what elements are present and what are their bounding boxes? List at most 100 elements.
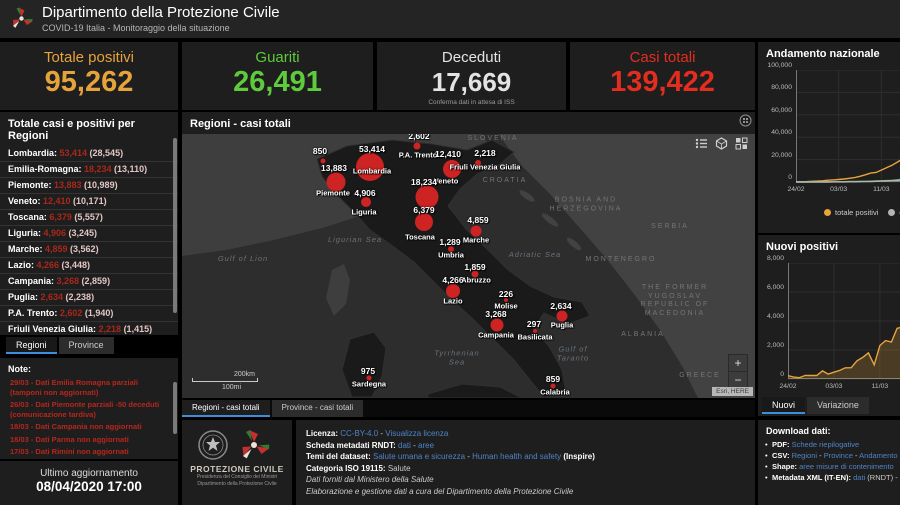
nuovi-positivi-chart[interactable] — [788, 263, 900, 380]
bubble-region-label: Lombardia — [353, 167, 391, 176]
country-label: MONTENEGRO — [586, 256, 657, 265]
region-row[interactable]: Lombardia: 53,414 (28,545) — [0, 146, 178, 162]
region-total: 18,234 — [84, 164, 114, 174]
overview-grid-icon[interactable] — [735, 137, 748, 150]
region-row[interactable]: Campania: 3,268 (2,859) — [0, 274, 178, 290]
license-line-text: Dati forniti dal Ministero della Salute — [306, 475, 434, 484]
y-tick-label: 4,000 — [758, 313, 784, 320]
download-item-link[interactable]: dati — [853, 473, 865, 482]
app-subtitle: COVID-19 Italia - Monitoraggio della sit… — [42, 23, 230, 33]
stat-deceduti: Deceduti 17,669 Conferma dati in attesa … — [377, 42, 566, 110]
x-tick-label: 24/02 — [787, 186, 804, 193]
download-list: PDF: Schede riepilogativeCSV: Regioni - … — [758, 439, 900, 483]
notes-panel: Note: 29/03 - Dati Emilia Romagna parzia… — [0, 358, 178, 459]
map-bubble[interactable] — [414, 143, 421, 150]
region-row[interactable]: Friuli Venezia Giulia: 2,218 (1,415) — [0, 322, 178, 335]
note-line: 17/03 - Dati Rimini non aggiornati — [0, 447, 178, 457]
license-line-link[interactable]: Visualizza licenza — [385, 429, 448, 438]
map-attribution: Esri, HERE — [712, 387, 753, 396]
map-bubble[interactable] — [361, 197, 371, 207]
regions-scrollbar[interactable] — [173, 138, 177, 313]
stat-value: 95,262 — [0, 66, 178, 98]
region-row[interactable]: Lazio: 4,266 (3,448) — [0, 258, 178, 274]
region-name: P.A. Trento: — [8, 308, 60, 318]
region-positives: (2,238) — [66, 292, 95, 302]
legend-dot — [888, 209, 895, 216]
map-canvas[interactable]: SLOVENIACROATIABOSNIA AND HERZEGOVINASER… — [182, 134, 755, 398]
stat-value: 26,491 — [182, 66, 373, 98]
chart-area — [788, 327, 900, 379]
license-line-link[interactable]: Human health and safety — [472, 452, 561, 461]
region-row[interactable]: Veneto: 12,410 (10,171) — [0, 194, 178, 210]
download-item-link[interactable]: Andamento nazionale — [859, 451, 900, 460]
legend-icon[interactable] — [695, 137, 708, 150]
region-total: 2,602 — [60, 308, 85, 318]
tab-province-casi-totali[interactable]: Province - casi totali — [272, 400, 364, 417]
legend-dot — [824, 209, 831, 216]
note-line: 18/03 - Dati Campania non aggiornati — [0, 422, 178, 432]
download-item-link[interactable]: Province — [824, 451, 853, 460]
license-line-link[interactable]: Salute umana e sicurezza — [373, 452, 465, 461]
bubble-value-label: 226 — [499, 289, 513, 299]
license-line-link[interactable]: aree — [418, 441, 434, 450]
org-line2: Dipartimento della Protezione Civile — [182, 481, 292, 488]
region-positives: (5,557) — [74, 212, 103, 222]
andamento-nazionale-panel: Andamento nazionale 100,00080,00060,0004… — [758, 42, 900, 233]
region-total: 4,906 — [44, 228, 69, 238]
chart2-title: Nuovi positivi — [758, 235, 900, 257]
region-total: 53,414 — [60, 148, 90, 158]
region-row[interactable]: Toscana: 6,379 (5,557) — [0, 210, 178, 226]
x-tick-label: 03/03 — [825, 383, 842, 390]
region-row[interactable]: Puglia: 2,634 (2,238) — [0, 290, 178, 306]
bubble-value-label: 2,634 — [550, 301, 571, 311]
license-line-label: Licenza: — [306, 429, 340, 438]
region-name: Toscana: — [8, 212, 49, 222]
stat-totale-positivi: Totale positivi 95,262 — [0, 42, 178, 110]
download-item-link[interactable]: aree misure di contenimento — [799, 462, 894, 471]
org-name: PROTEZIONE CIVILE — [182, 464, 292, 474]
license-line-link[interactable]: dati — [398, 441, 411, 450]
tab-variazione[interactable]: Variazione — [807, 397, 869, 414]
chart1-title: Andamento nazionale — [758, 42, 900, 64]
bubble-region-label: Piemonte — [316, 189, 350, 198]
region-row[interactable]: Emilia-Romagna: 18,234 (13,110) — [0, 162, 178, 178]
license-lines: Licenza: CC-BY-4.0 - Visualizza licenzaS… — [306, 428, 745, 497]
map-title: Regioni - casi totali — [182, 112, 755, 134]
region-name: Lombardia: — [8, 148, 60, 158]
region-name: Piemonte: — [8, 180, 54, 190]
bubble-value-label: 2,602 — [408, 134, 429, 141]
widget-toggle-icon[interactable] — [739, 114, 752, 127]
region-name: Puglia: — [8, 292, 41, 302]
download-item-label: CSV: — [772, 451, 792, 460]
tab-nuovi[interactable]: Nuovi — [762, 397, 805, 414]
bubble-value-label: 12,410 — [435, 149, 461, 159]
footer-logo-panel: PROTEZIONE CIVILE Presidenza del Consigl… — [182, 420, 292, 505]
license-line-link[interactable]: CC-BY-4.0 — [340, 429, 378, 438]
zoom-out-button[interactable]: − — [729, 372, 747, 388]
notes-title: Note: — [0, 358, 178, 378]
notes-scrollbar[interactable] — [173, 382, 177, 434]
download-item-link[interactable]: Regioni — [792, 451, 817, 460]
tab-regioni[interactable]: Regioni — [6, 337, 57, 354]
y-tick-label: 0 — [758, 371, 784, 378]
region-name: Lazio: — [8, 260, 37, 270]
country-label: SERBIA — [651, 223, 689, 232]
andamento-nazionale-chart[interactable] — [796, 70, 900, 183]
bubble-region-label: Puglia — [551, 321, 574, 330]
region-row[interactable]: Marche: 4,859 (3,562) — [0, 242, 178, 258]
bubble-value-label: 4,859 — [467, 215, 488, 225]
region-row[interactable]: P.A. Trento: 2,602 (1,940) — [0, 306, 178, 322]
basemap-icon[interactable] — [715, 137, 728, 150]
bubble-region-label: Sardegna — [352, 380, 386, 389]
tab-province[interactable]: Province — [59, 337, 114, 354]
zoom-in-button[interactable]: + — [729, 355, 747, 372]
map-bubble[interactable] — [415, 213, 433, 231]
region-name: Veneto: — [8, 196, 43, 206]
region-row[interactable]: Piemonte: 13,883 (10,989) — [0, 178, 178, 194]
region-positives: (3,562) — [70, 244, 99, 254]
tab-regioni-casi-totali[interactable]: Regioni - casi totali — [182, 400, 270, 417]
nuovi-positivi-panel: Nuovi positivi 8,0006,0004,0002,0000 24/… — [758, 235, 900, 416]
region-row[interactable]: Liguria: 4,906 (3,245) — [0, 226, 178, 242]
scale-km-label: 200km — [234, 371, 255, 378]
download-item-link[interactable]: Schede riepilogative — [792, 440, 860, 449]
